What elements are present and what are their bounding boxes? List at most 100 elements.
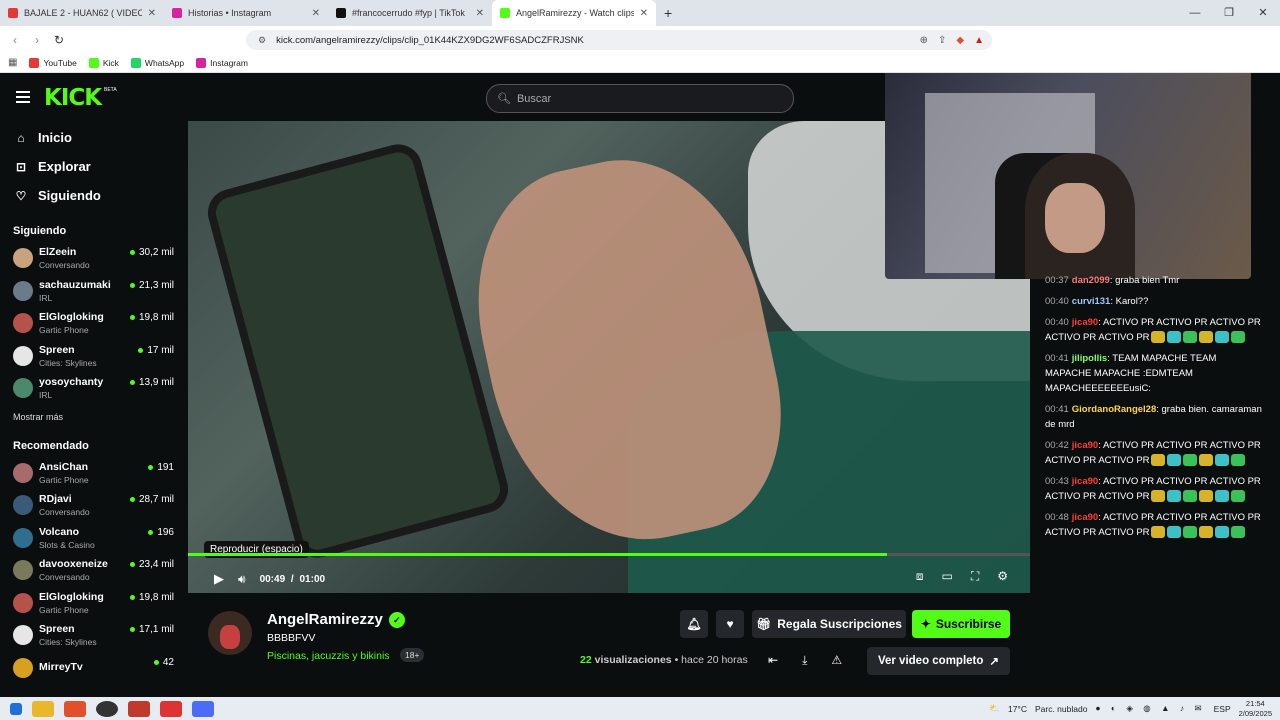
channel-item[interactable]: sachauzumaki IRL 21,3 mil	[0, 275, 186, 308]
search-input[interactable]: 🔍︎ Buscar	[486, 84, 794, 113]
bookmark-item[interactable]: Instagram	[196, 57, 248, 68]
settings-icon[interactable]: ⚙	[997, 569, 1008, 584]
minimize-icon[interactable]: —	[1178, 0, 1212, 26]
channel-item[interactable]: MirreyTv 42	[0, 652, 186, 685]
chat-user[interactable]: GiordanoRangel28	[1072, 404, 1156, 415]
tray-icons[interactable]: ● ◐ ◈ ◍ ▲ ♪ ✉	[1095, 703, 1205, 714]
category-link[interactable]: Piscinas, jacuzzis y bikinis	[267, 650, 390, 662]
sidebar: ⌂ Inicio ⊡ Explorar ♡ Siguiendo Siguiendo ElZ…	[0, 123, 186, 697]
hamburger-menu-icon[interactable]	[16, 91, 30, 103]
live-dot-icon	[129, 315, 135, 320]
start-icon[interactable]	[10, 702, 22, 715]
viewer-count: 13,9 mil	[138, 377, 174, 388]
chat-time: 00:41	[1045, 404, 1069, 415]
site-info-icon[interactable]: ⚙	[258, 35, 266, 46]
tab-close-icon[interactable]: ✕	[476, 8, 484, 19]
subscribe-button[interactable]: ✦ Suscribirse	[912, 610, 1010, 638]
channel-item[interactable]: davooxeneize Conversando 23,4 mil	[0, 554, 186, 587]
app-icon-red[interactable]	[128, 700, 150, 717]
back-icon[interactable]: ‹	[4, 33, 26, 47]
restore-icon[interactable]: ❐	[1212, 0, 1246, 26]
avatar	[13, 248, 33, 269]
browser-tab[interactable]: Historias • Instagram ✕	[164, 0, 328, 26]
brave-shield-icon[interactable]: ◆	[956, 35, 964, 46]
chat-user[interactable]: jilipollis	[1072, 353, 1107, 364]
chat-user[interactable]: jica90	[1072, 476, 1098, 487]
fullscreen-icon[interactable]: ⛶	[971, 569, 979, 584]
live-dot-icon	[148, 464, 154, 470]
theater-mode-icon[interactable]: ▭	[941, 569, 952, 584]
show-more-link[interactable]: Mostrar más	[0, 405, 186, 429]
kick-logo[interactable]: KICK	[44, 85, 102, 111]
report-icon[interactable]: ⚠	[831, 653, 842, 668]
volume-icon[interactable]: 🔊︎	[238, 572, 246, 587]
emote-icon	[1166, 526, 1181, 539]
apps-grid-icon[interactable]: ▦	[8, 57, 17, 68]
chat-user[interactable]: curvi131	[1072, 296, 1111, 307]
bookmark-item[interactable]: YouTube	[29, 57, 77, 68]
tab-close-icon[interactable]: ✕	[312, 8, 320, 19]
share-clip-icon[interactable]: ⇤	[768, 653, 778, 668]
chat-user[interactable]: jica90	[1072, 440, 1098, 451]
progress-bar[interactable]	[188, 553, 1030, 556]
avatar	[13, 592, 33, 613]
channel-item[interactable]: ElGlogloking Gartic Phone 19,8 mil	[0, 307, 186, 340]
obs-icon[interactable]	[96, 700, 118, 717]
emote-strip	[1150, 331, 1246, 344]
brave-rewards-icon[interactable]: ▲	[974, 35, 984, 46]
heart-icon: ♡	[15, 188, 27, 203]
brave-taskbar-icon[interactable]	[64, 700, 86, 717]
share-icon[interactable]: ⇪	[938, 35, 946, 46]
reload-icon[interactable]: ↻	[48, 33, 70, 47]
clock[interactable]: 21:54 2/09/2025	[1239, 699, 1272, 719]
app-icon-blue[interactable]	[192, 700, 214, 717]
avatar	[13, 462, 33, 483]
tab-title: #francocerrudo #fyp | TikTok	[352, 8, 465, 18]
language-indicator[interactable]: ESP	[1214, 704, 1231, 714]
emote-icon	[1150, 526, 1165, 539]
bookmark-item[interactable]: WhatsApp	[130, 57, 184, 68]
channel-item[interactable]: AnsiChan Gartic Phone 191	[0, 457, 186, 490]
nav-item[interactable]: ⌂ Inicio	[14, 123, 186, 152]
live-dot-icon	[129, 282, 135, 288]
channel-item[interactable]: Volcano Slots & Casino 196	[0, 522, 186, 555]
channel-avatar[interactable]	[208, 611, 252, 655]
chat-user[interactable]: dan2099	[1072, 275, 1110, 286]
channel-item[interactable]: Spreen Cities: Skylines 17 mil	[0, 340, 186, 373]
app-icon-red-2[interactable]	[160, 700, 182, 717]
gift-subs-button[interactable]: 🎁︎ Regala Suscripciones	[752, 610, 906, 638]
forward-icon[interactable]: ›	[26, 33, 48, 47]
emote-icon	[1214, 526, 1229, 539]
tab-favicon-icon	[500, 8, 510, 18]
tab-close-icon[interactable]: ✕	[148, 8, 156, 19]
new-tab-icon[interactable]: +	[664, 5, 672, 21]
pip-icon[interactable]: ⧈	[916, 569, 924, 584]
channel-item[interactable]: yosoychanty IRL 13,9 mil	[0, 372, 186, 405]
play-icon[interactable]: ▶	[214, 571, 224, 587]
subscribe-label: Suscribirse	[935, 617, 1002, 631]
close-window-icon[interactable]: ✕	[1246, 0, 1280, 26]
chat-user[interactable]: jica90	[1072, 512, 1098, 523]
nav-item[interactable]: ♡ Siguiendo	[14, 181, 186, 210]
chat-user[interactable]: jica90	[1072, 317, 1098, 328]
notifications-button[interactable]: 🔔︎	[680, 610, 708, 638]
channel-item[interactable]: RDjavi Conversando 28,7 mil	[0, 489, 186, 522]
channel-item[interactable]: Spreen Cities: Skylines 17,1 mil	[0, 619, 186, 652]
channel-item[interactable]: ElZeein Conversando 30,2 mil	[0, 242, 186, 275]
browser-tab[interactable]: #francocerrudo #fyp | TikTok ✕	[328, 0, 492, 26]
tab-close-icon[interactable]: ✕	[640, 8, 648, 19]
follow-button[interactable]: ♥	[716, 610, 744, 638]
channel-item[interactable]: ElGlogloking Gartic Phone 19,8 mil	[0, 587, 186, 620]
channel-name[interactable]: AngelRamirezzy	[267, 611, 383, 628]
bookmark-item[interactable]: Kick	[88, 57, 119, 68]
file-explorer-icon[interactable]	[32, 700, 54, 717]
zoom-icon[interactable]: ⊕	[920, 35, 928, 46]
nav-item[interactable]: ⊡ Explorar	[14, 152, 186, 181]
current-time: 00:49	[259, 573, 286, 585]
download-icon[interactable]: ⤓	[802, 653, 807, 668]
watch-full-video-button[interactable]: Ver video completo ↗	[867, 647, 1010, 675]
browser-tab[interactable]: AngelRamirezzy - Watch clips ✕	[492, 0, 656, 26]
browser-tab[interactable]: BAJALE 2 - HUAN62 ( VIDEO LYRICS ✕	[0, 0, 164, 26]
address-bar[interactable]: ⚙ kick.com/angelramirezzy/clips/clip_01K…	[246, 30, 992, 50]
tab-favicon-icon	[336, 8, 346, 18]
